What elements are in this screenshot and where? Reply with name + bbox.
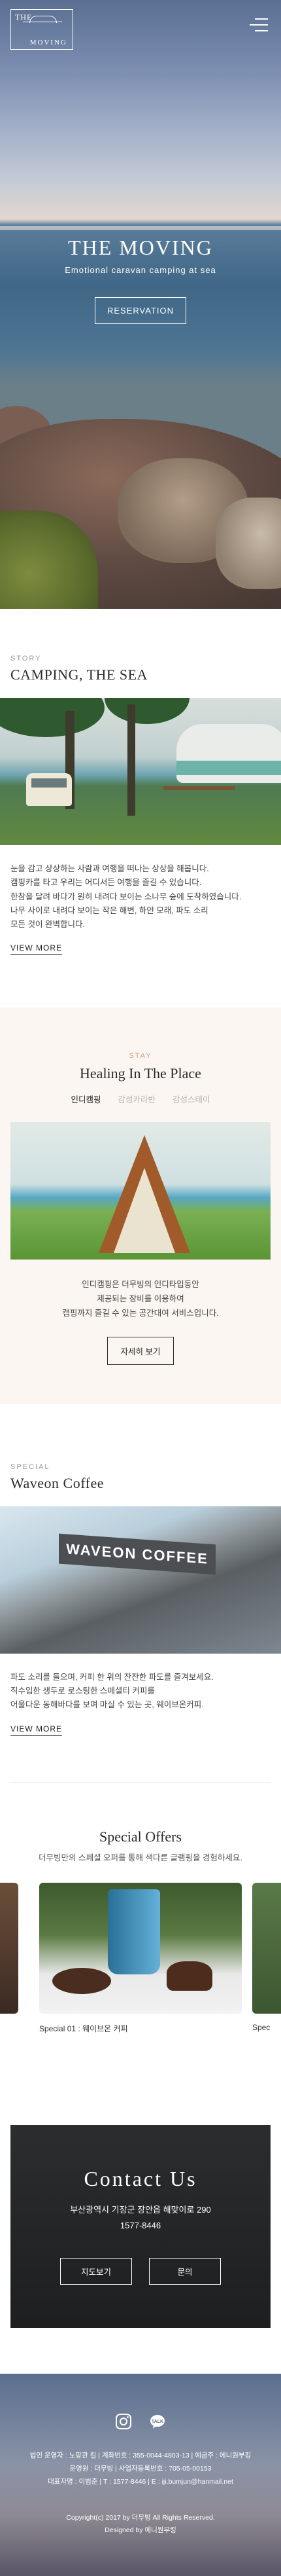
stay-detail-button[interactable]: 자세히 보기 <box>107 1336 174 1365</box>
inquiry-button[interactable]: 문의 <box>149 2257 221 2285</box>
section-title: Waveon Coffee <box>10 1474 104 1491</box>
tree-foliage <box>0 698 105 737</box>
offer-slide[interactable]: Spec <box>252 1882 281 2032</box>
svg-text:TALK: TALK <box>152 2420 163 2424</box>
tab-stay[interactable]: 감성스테이 <box>173 1093 210 1108</box>
story-line: 한참을 달려 바다가 원히 내려다 보이는 소나무 숲에 도착하였습니다. <box>10 892 242 901</box>
story-line: 모든 것이 완벽합니다. <box>10 920 85 929</box>
offers-subtitle: 더무빙만의 스페셜 오퍼를 통해 색다른 글램핑을 경험하세요. <box>39 1853 242 1862</box>
caravan <box>176 724 281 783</box>
kakaotalk-icon[interactable]: TALK <box>149 2413 166 2430</box>
sea-horizon <box>0 226 281 230</box>
story-text: 눈을 감고 상상하는 사람과 여행을 떠나는 상상을 해봅니다. 캠핑카를 타고… <box>10 862 271 932</box>
teepee-inside <box>114 1168 175 1254</box>
story-line: 캠핑카를 타고 우리는 어디서든 여행을 즐길 수 있습니다. <box>10 878 202 888</box>
reservation-button[interactable]: RESERVATION <box>94 297 187 324</box>
contact-buttons: 지도보기 문의 <box>10 2257 271 2285</box>
coffee-cup <box>108 1889 160 1974</box>
offers-section: Special Offers 더무빙만의 스페셜 오퍼를 통해 색다른 글램핑을… <box>0 1783 281 2066</box>
instagram-icon[interactable] <box>115 2413 132 2430</box>
contact-content: Contact Us 부산광역시 기장군 장안읍 해맞이로 290 1577-8… <box>10 2125 271 2285</box>
menu-line <box>255 18 268 20</box>
footer-info-line: 운영원 : 더무빙 | 사업자등록번호 : 705-05-00153 <box>69 2464 212 2473</box>
coffee-photo: WAVEON COFFEE <box>0 1506 281 1654</box>
tab-indie-camping[interactable]: 인디캠핑 <box>71 1093 101 1108</box>
footer-info-line: 법인 운영자 : 노팡관 킬 | 계좌번호 : 355-0044-4803-13… <box>29 2451 252 2459</box>
hero-text: THE MOVING Emotional caravan camping at … <box>0 236 281 324</box>
hamburger-menu-icon[interactable] <box>250 18 268 33</box>
chocolate <box>167 1961 212 1991</box>
designed-by-text: Designed by 에니원부킹 <box>105 2526 176 2535</box>
stay-line: 인디캠핑은 더무빙의 인디타입동안 <box>82 1280 199 1290</box>
tab-caravan[interactable]: 감성카라반 <box>118 1093 156 1108</box>
section-label: SPECIAL <box>10 1462 50 1471</box>
section-title: CAMPING, THE SEA <box>10 666 148 683</box>
story-section: STORY CAMPING, THE SEA 눈을 감고 상상하는 사람과 여행… <box>0 609 281 956</box>
map-button[interactable]: 지도보기 <box>60 2257 132 2285</box>
special-view-more-link[interactable]: VIEW MORE <box>10 1724 63 1736</box>
story-line: 눈을 감고 상상하는 사람과 여행을 떠나는 상상을 해봅니다. <box>10 864 209 873</box>
contact-phone: 1577-8446 <box>120 2220 161 2230</box>
menu-line <box>255 30 268 31</box>
offer-slide[interactable] <box>0 1882 18 2023</box>
section-label: STAY <box>129 1052 152 1061</box>
contact-section: Contact Us 부산광역시 기장군 장안읍 해맞이로 290 1577-8… <box>10 2124 271 2328</box>
special-line: 파도 소리를 들으며, 커피 한 위의 잔잔한 파도를 즐겨보세요. <box>10 1672 214 1682</box>
stay-section: STAY Healing In The Place 인디캠핑 감성카라반 감성스… <box>0 1007 281 1404</box>
special-line: 직수입한 생두로 로스팅한 스페셜티 커피를 <box>10 1686 155 1696</box>
section-title: Healing In The Place <box>80 1065 201 1082</box>
coffee-beans <box>52 1967 111 1994</box>
stay-line: 제공되는 장비를 이용하여 <box>97 1294 184 1304</box>
stay-line: 캠핑까지 즐길 수 있는 공간대여 서비스입니다. <box>62 1309 219 1318</box>
logo[interactable]: THE MOVING <box>10 9 73 50</box>
footer-info: 법인 운영자 : 노팡관 킬 | 계좌번호 : 355-0044-4803-13… <box>0 2450 281 2489</box>
car <box>26 773 72 806</box>
offer-caption: Spec <box>252 2022 271 2032</box>
tree-trunk <box>127 704 135 816</box>
section-label: STORY <box>10 655 42 662</box>
offer-slide[interactable]: Special 01 : 웨이브온 커피 <box>39 1882 242 2034</box>
coffee-sign: WAVEON COFFEE <box>59 1533 216 1575</box>
special-section: SPECIAL Waveon Coffee WAVEON COFFEE 파도 소… <box>0 1404 281 1736</box>
story-view-more-link[interactable]: VIEW MORE <box>10 943 63 956</box>
offers-slider[interactable]: Special 01 : 웨이브온 커피 Spec <box>0 1882 281 2066</box>
rock <box>216 498 281 589</box>
contact-address: 부산광역시 기장군 장안읍 해맞이로 290 <box>70 2204 211 2215</box>
camping-photo <box>0 698 281 845</box>
teepee-photo <box>10 1122 271 1260</box>
stay-tabs: 인디캠핑 감성카라반 감성스테이 <box>10 1093 271 1108</box>
sns-links: TALK <box>0 2374 281 2430</box>
footer-copyright: Copyright(c) 2017 by 더무빙 All Rights Rese… <box>0 2512 281 2537</box>
logo-roof-icon <box>23 16 62 33</box>
offer-caption: Special 01 : 웨이브온 커피 <box>39 2023 128 2033</box>
offer-image <box>252 1882 281 2014</box>
footer-info-line: 대표자명 : 이범준 | T : 1577-8446 | E : iji.bum… <box>48 2477 233 2486</box>
stay-description: 인디캠핑은 더무빙의 인디타입동안 제공되는 장비를 이용하여 캠핑까지 즐길 … <box>10 1278 271 1321</box>
special-line: 어울다운 동해바다를 보며 마실 수 있는 곳, 웨이브온커피. <box>10 1700 204 1710</box>
offer-image <box>39 1882 242 2014</box>
special-text: 파도 소리를 들으며, 커피 한 위의 잔잔한 파도를 즐겨보세요. 직수입한 … <box>10 1671 271 1713</box>
story-line: 나무 사이로 내려다 보이는 작은 해변, 하얀 모래, 파도 소리 <box>10 905 208 915</box>
hero-title: THE MOVING <box>68 236 213 259</box>
logo-bottom-text: MOVING <box>29 39 67 46</box>
offers-title: Special Offers <box>99 1828 182 1845</box>
menu-line <box>250 24 268 26</box>
copyright-text: Copyright(c) 2017 by 더무빙 All Rights Rese… <box>66 2514 215 2522</box>
offer-image <box>0 1882 18 2014</box>
picnic-table <box>163 786 235 812</box>
tree-foliage <box>105 698 190 724</box>
contact-title: Contact Us <box>84 2166 197 2190</box>
footer: TALK 법인 운영자 : 노팡관 킬 | 계좌번호 : 355-0044-48… <box>0 2373 281 2576</box>
hero-section: THE MOVING THE MOVING Emotional caravan … <box>0 0 281 609</box>
hero-subtitle: Emotional caravan camping at sea <box>65 265 216 275</box>
